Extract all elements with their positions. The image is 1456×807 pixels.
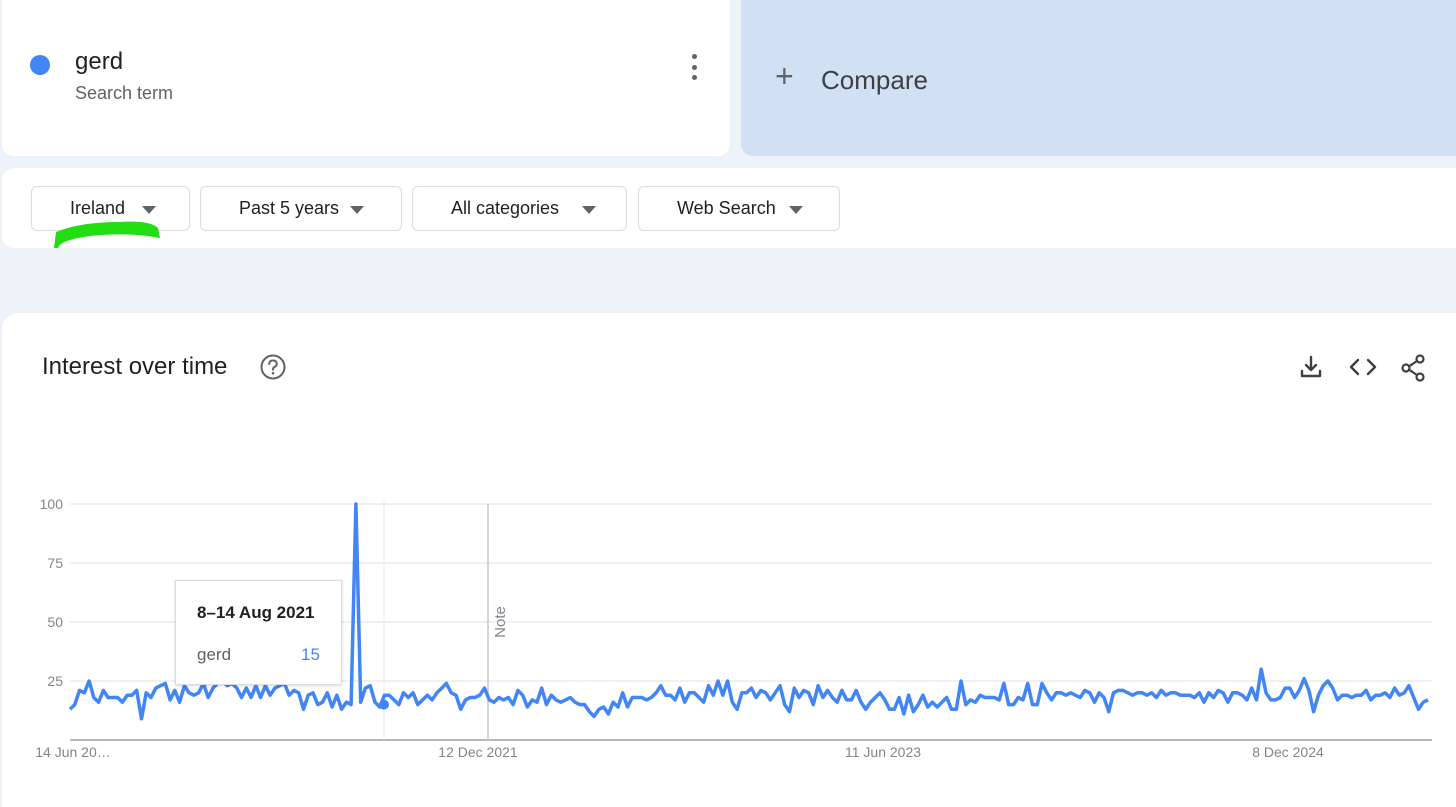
- x-tick-label: 8 Dec 2024: [1252, 744, 1324, 760]
- tooltip-value: 15: [301, 645, 320, 664]
- y-tick-label: 75: [47, 555, 63, 571]
- x-tick-label: 11 Jun 2023: [845, 744, 921, 760]
- x-tick-label: 12 Dec 2021: [438, 744, 518, 760]
- tooltip-term: gerd: [197, 645, 232, 664]
- interest-line-chart[interactable]: 25 50 75 100 14 Jun 20… 12 Dec 2021 11 Jun 20…: [0, 0, 1456, 807]
- y-tick-label: 50: [47, 614, 63, 630]
- hover-point: [379, 699, 389, 710]
- note-label[interactable]: Note: [492, 606, 509, 638]
- x-tick-label: 14 Jun 20…: [35, 744, 111, 760]
- y-axis-ticks: 25 50 75 100: [40, 496, 64, 689]
- y-tick-label: 25: [47, 673, 63, 689]
- x-axis-ticks: 14 Jun 20… 12 Dec 2021 11 Jun 2023 8 Dec 20…: [35, 744, 1324, 760]
- y-tick-label: 100: [40, 496, 64, 512]
- tooltip-date: 8–14 Aug 2021: [197, 603, 315, 622]
- chart-tooltip: 8–14 Aug 2021 gerd 15: [175, 580, 342, 685]
